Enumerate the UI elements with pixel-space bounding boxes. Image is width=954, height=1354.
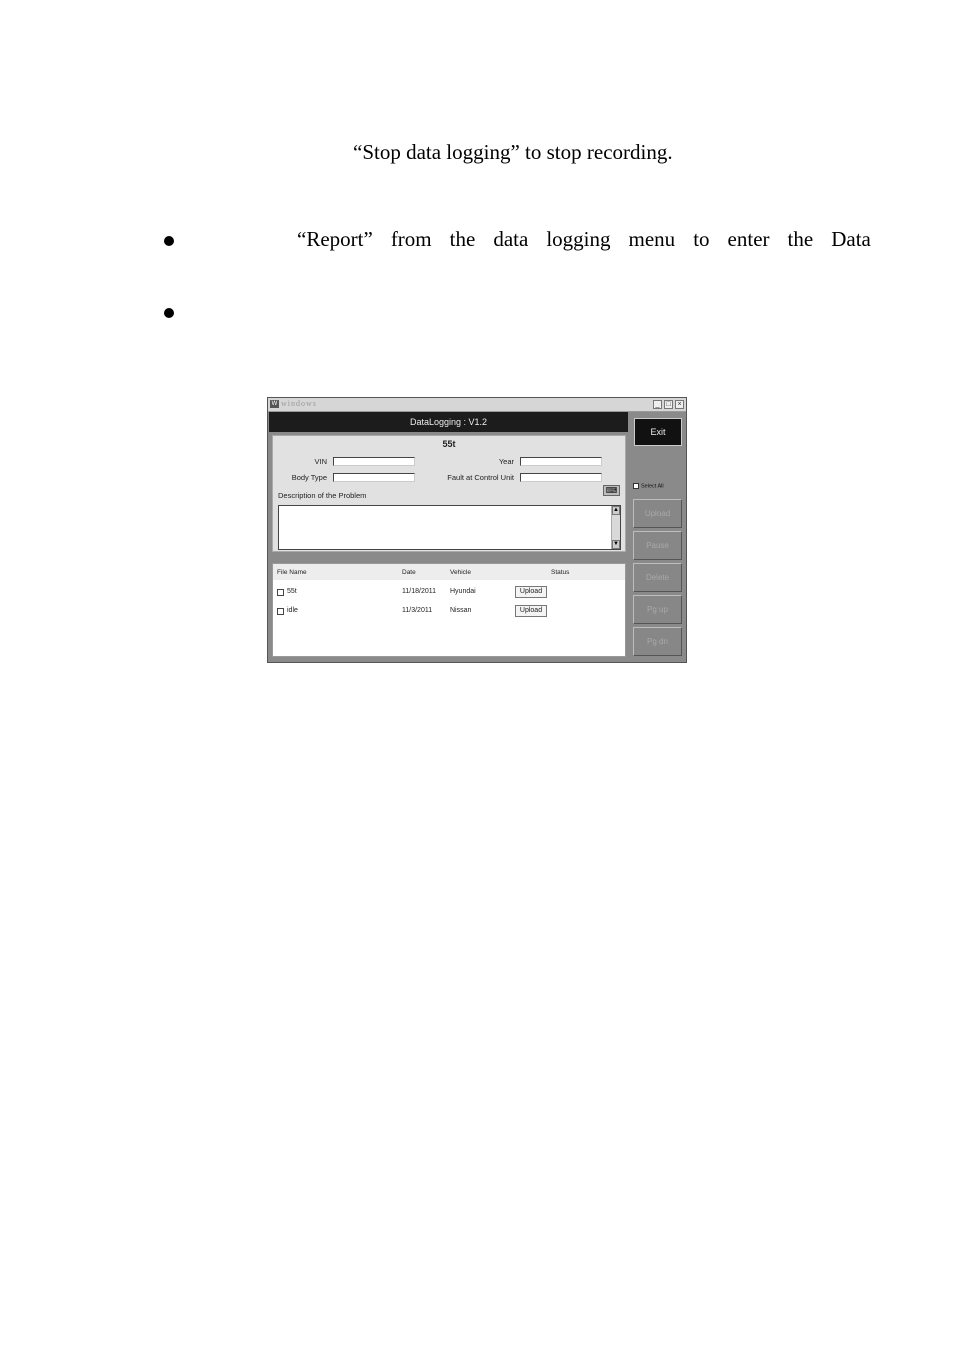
word: the xyxy=(449,227,476,251)
row-checkbox[interactable] xyxy=(277,608,284,615)
word: the xyxy=(787,227,814,251)
table-row: idle 11/3/2011 Nissan Upload xyxy=(273,603,625,621)
row-upload-button[interactable]: Upload xyxy=(515,586,547,598)
col-status: Status xyxy=(551,569,570,576)
description-label: Description of the Problem xyxy=(278,491,367,500)
window-title: windows xyxy=(281,399,317,408)
row-checkbox[interactable] xyxy=(277,589,284,596)
word: Data xyxy=(831,227,871,251)
word: from xyxy=(390,227,432,251)
select-all-label: Select All xyxy=(641,483,664,490)
instruction-stop-logging: “Stop data logging” to stop recording. xyxy=(353,140,673,164)
app-header: DataLogging : V1.2 xyxy=(269,412,628,432)
file-vehicle: Nissan xyxy=(450,607,472,614)
maximize-button[interactable]: □ xyxy=(664,400,673,409)
instruction-report: “Report” from the data logging menu to e… xyxy=(297,227,871,252)
page-down-button[interactable]: Pg dn xyxy=(633,627,682,656)
word: data xyxy=(493,227,529,251)
word: menu xyxy=(628,227,676,251)
word: logging xyxy=(546,227,611,251)
upload-button[interactable]: Upload xyxy=(633,499,682,528)
scroll-down-icon[interactable]: ▼ xyxy=(612,540,620,549)
description-scrollbar[interactable]: ▲ ▼ xyxy=(611,506,620,549)
body-type-label: Body Type xyxy=(291,473,327,482)
report-form: 55t VIN Year Body Type Fault at Control … xyxy=(272,435,626,552)
description-textarea[interactable]: ▲ ▼ xyxy=(278,505,621,550)
vin-label: VIN xyxy=(314,457,327,466)
app-icon: W xyxy=(270,400,279,408)
page-up-button[interactable]: Pg up xyxy=(633,595,682,624)
keyboard-icon[interactable]: ⌨ xyxy=(603,485,620,496)
row-upload-button[interactable]: Upload xyxy=(515,605,547,617)
fault-label: Fault at Control Unit xyxy=(447,473,514,482)
file-date: 11/18/2011 xyxy=(402,588,436,595)
select-all-checkbox[interactable] xyxy=(633,483,639,489)
pause-button[interactable]: Pause xyxy=(633,531,682,560)
file-name: 55t xyxy=(287,588,297,595)
col-file-name: File Name xyxy=(277,569,307,576)
col-date: Date xyxy=(402,569,416,576)
close-button[interactable]: × xyxy=(675,400,684,409)
scroll-up-icon[interactable]: ▲ xyxy=(612,506,620,515)
body-type-field[interactable] xyxy=(333,473,415,482)
file-vehicle: Hyundai xyxy=(450,588,476,595)
list-header: File Name Date Vehicle Status xyxy=(273,564,625,580)
report-title: 55t xyxy=(442,439,456,449)
file-date: 11/3/2011 xyxy=(402,607,433,614)
file-name: idle xyxy=(287,607,298,614)
side-panel: Exit Select All Upload Pause Delete Pg u… xyxy=(630,412,686,661)
minimize-button[interactable]: _ xyxy=(653,400,662,409)
table-row: 55t 11/18/2011 Hyundai Upload xyxy=(273,584,625,602)
title-bar[interactable]: W windows _ □ × xyxy=(268,398,686,412)
year-label: Year xyxy=(498,457,514,466)
col-vehicle: Vehicle xyxy=(450,569,471,576)
vin-field[interactable] xyxy=(333,457,415,466)
datalogging-window: W windows _ □ × DataLogging : V1.2 55t V… xyxy=(267,397,687,663)
year-field[interactable] xyxy=(520,457,602,466)
fault-field[interactable] xyxy=(520,473,602,482)
exit-button[interactable]: Exit xyxy=(634,418,682,446)
word: “Report” xyxy=(297,227,373,251)
file-list: File Name Date Vehicle Status 55t 11/18/… xyxy=(272,563,626,657)
select-all[interactable]: Select All xyxy=(633,483,664,489)
bullet-2 xyxy=(164,308,174,318)
word: enter xyxy=(727,227,770,251)
bullet-1 xyxy=(164,236,174,246)
delete-button[interactable]: Delete xyxy=(633,563,682,592)
word: to xyxy=(693,227,710,251)
